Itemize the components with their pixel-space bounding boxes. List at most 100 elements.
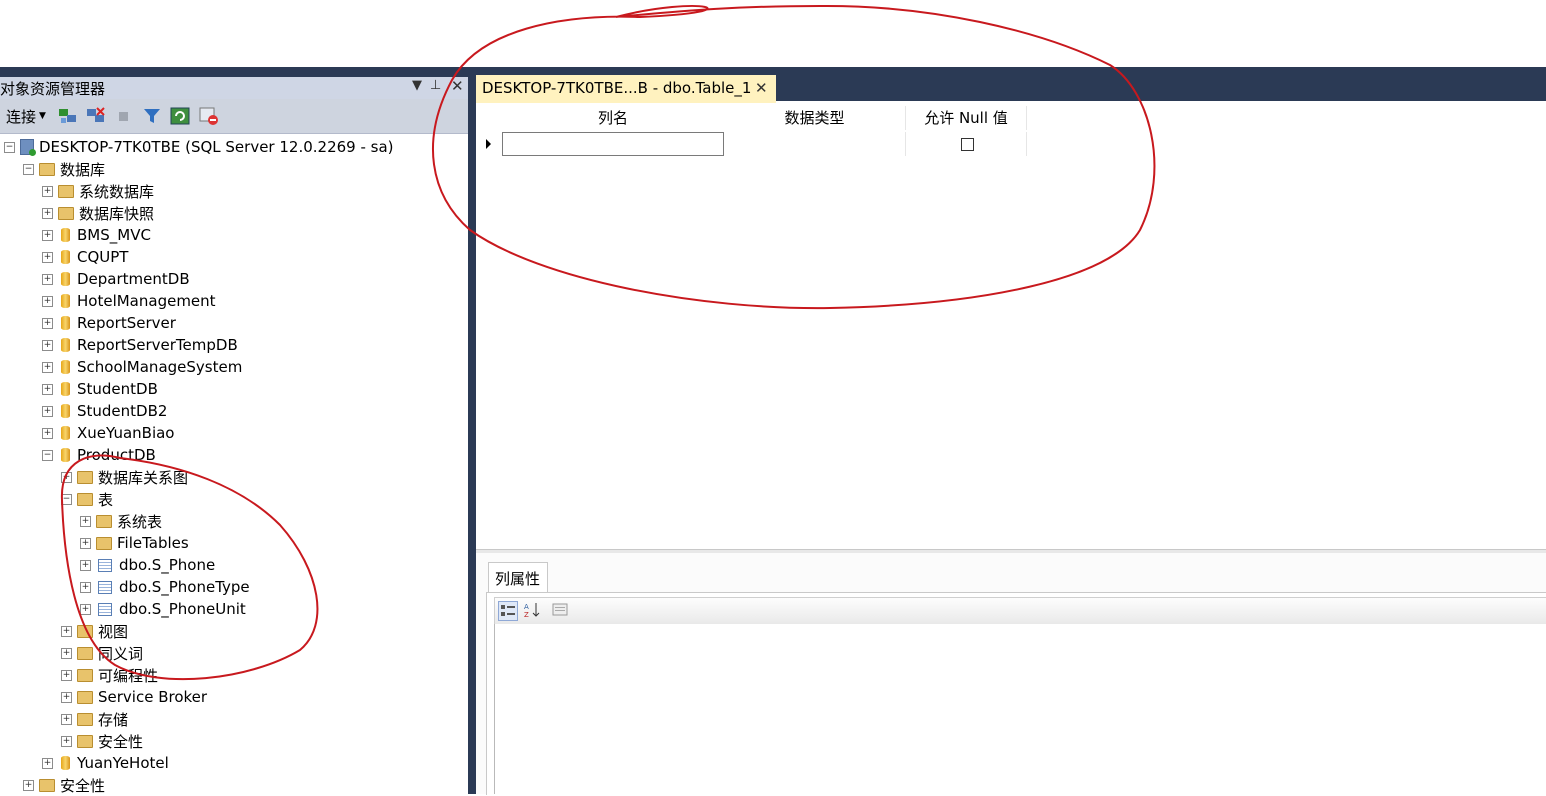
- collapse-toggle-icon[interactable]: −: [42, 449, 53, 461]
- tree-node-system-databases[interactable]: + 系统数据库: [42, 180, 154, 202]
- expand-toggle-icon[interactable]: +: [80, 559, 91, 571]
- row-selector[interactable]: [478, 132, 500, 156]
- tab-column-properties[interactable]: 列属性: [488, 562, 548, 593]
- column-name-cell[interactable]: [502, 132, 724, 156]
- tree-node-tables[interactable]: − 表: [61, 488, 113, 510]
- tree-node-table[interactable]: + dbo.S_Phone: [80, 554, 215, 576]
- expand-toggle-icon[interactable]: +: [42, 317, 53, 329]
- tree-label: dbo.S_PhoneUnit: [119, 600, 246, 618]
- database-icon: [61, 360, 70, 374]
- tree-node-database[interactable]: + HotelManagement: [42, 290, 216, 312]
- expand-toggle-icon[interactable]: +: [61, 669, 72, 681]
- tree-node-database[interactable]: + CQUPT: [42, 246, 128, 268]
- tree-node-server[interactable]: − DESKTOP-7TK0TBE (SQL Server 12.0.2269 …: [4, 136, 394, 158]
- expand-toggle-icon[interactable]: +: [61, 471, 72, 483]
- expand-toggle-icon[interactable]: +: [80, 515, 91, 527]
- expand-toggle-icon[interactable]: +: [42, 405, 53, 417]
- refresh-icon[interactable]: [170, 106, 190, 126]
- alphabetical-sort-icon[interactable]: AZ: [522, 601, 542, 621]
- column-header-allow-null[interactable]: 允许 Null 值: [906, 106, 1027, 130]
- tree-node-database-diagrams[interactable]: + 数据库关系图: [61, 466, 188, 488]
- tree-node-database[interactable]: + DepartmentDB: [42, 268, 190, 290]
- chevron-down-icon: ▼: [39, 111, 46, 121]
- allow-null-cell[interactable]: [906, 132, 1027, 156]
- database-icon: [61, 756, 70, 770]
- collapse-toggle-icon[interactable]: −: [61, 493, 72, 505]
- expand-toggle-icon[interactable]: +: [42, 361, 53, 373]
- tree-label: DepartmentDB: [77, 270, 190, 288]
- tree-node-synonyms[interactable]: + 同义词: [61, 642, 143, 664]
- expand-toggle-icon[interactable]: +: [61, 647, 72, 659]
- expand-toggle-icon[interactable]: +: [23, 779, 34, 791]
- expand-toggle-icon[interactable]: +: [42, 295, 53, 307]
- tree-node-storage[interactable]: + 存储: [61, 708, 128, 730]
- stop-icon[interactable]: [114, 106, 134, 126]
- tree-node-security[interactable]: + 安全性: [61, 730, 143, 752]
- categorized-icon[interactable]: [498, 601, 518, 621]
- expand-toggle-icon[interactable]: +: [61, 691, 72, 703]
- tree-label: dbo.S_PhoneType: [119, 578, 250, 596]
- collapse-toggle-icon[interactable]: −: [23, 163, 34, 175]
- dropdown-arrow-icon[interactable]: ▼: [412, 78, 422, 93]
- expand-toggle-icon[interactable]: +: [42, 229, 53, 241]
- tree-label: ReportServer: [77, 314, 176, 332]
- column-header-name[interactable]: 列名: [502, 106, 725, 130]
- expand-toggle-icon[interactable]: +: [42, 427, 53, 439]
- tree-node-databases[interactable]: − 数据库: [23, 158, 105, 180]
- tree-node-table[interactable]: + dbo.S_PhoneType: [80, 576, 250, 598]
- tree-node-system-tables[interactable]: + 系统表: [80, 510, 162, 532]
- document-tab-title: DESKTOP-7TK0TBE...B - dbo.Table_1: [482, 79, 752, 97]
- connect-object-explorer-icon[interactable]: [58, 106, 78, 126]
- tree-node-database[interactable]: + StudentDB: [42, 378, 158, 400]
- folder-icon: [39, 162, 55, 176]
- tree-node-server-security[interactable]: + 安全性: [23, 774, 105, 796]
- filter-icon[interactable]: [142, 106, 162, 126]
- disconnect-icon[interactable]: [86, 106, 106, 126]
- tree-label: StudentDB2: [77, 402, 168, 420]
- tree-node-database[interactable]: + StudentDB2: [42, 400, 167, 422]
- allow-null-checkbox[interactable]: [961, 138, 974, 151]
- expand-toggle-icon[interactable]: +: [42, 757, 53, 769]
- folder-icon: [96, 536, 112, 550]
- expand-toggle-icon[interactable]: +: [80, 603, 91, 615]
- collapse-toggle-icon[interactable]: −: [4, 141, 15, 153]
- tree-node-views[interactable]: + 视图: [61, 620, 128, 642]
- expand-toggle-icon[interactable]: +: [42, 207, 53, 219]
- tree-node-database-snapshots[interactable]: + 数据库快照: [42, 202, 154, 224]
- expand-toggle-icon[interactable]: +: [80, 581, 91, 593]
- vertical-splitter[interactable]: [468, 77, 476, 794]
- expand-toggle-icon[interactable]: +: [42, 339, 53, 351]
- data-type-cell[interactable]: [724, 132, 906, 156]
- tree-node-programmability[interactable]: + 可编程性: [61, 664, 158, 686]
- column-header-datatype[interactable]: 数据类型: [724, 106, 906, 130]
- expand-toggle-icon[interactable]: +: [61, 625, 72, 637]
- expand-toggle-icon[interactable]: +: [42, 273, 53, 285]
- tree-node-database[interactable]: + BMS_MVC: [42, 224, 151, 246]
- tree-node-productdb[interactable]: − ProductDB: [42, 444, 156, 466]
- activity-monitor-icon[interactable]: [198, 106, 218, 126]
- tree-node-database[interactable]: + XueYuanBiao: [42, 422, 175, 444]
- expand-toggle-icon[interactable]: +: [80, 537, 91, 549]
- folder-icon: [77, 690, 93, 704]
- tree-label: 系统数据库: [79, 182, 155, 201]
- close-icon[interactable]: ✕: [755, 79, 768, 97]
- tree-node-database[interactable]: + SchoolManageSystem: [42, 356, 242, 378]
- folder-icon: [77, 624, 93, 638]
- expand-toggle-icon[interactable]: +: [61, 713, 72, 725]
- tree-node-table[interactable]: + dbo.S_PhoneUnit: [80, 598, 246, 620]
- connect-button[interactable]: 连接 ▼: [6, 106, 46, 126]
- tree-node-database[interactable]: + ReportServerTempDB: [42, 334, 238, 356]
- expand-toggle-icon[interactable]: +: [61, 735, 72, 747]
- tree-node-filetables[interactable]: + FileTables: [80, 532, 189, 554]
- close-icon[interactable]: ✕: [451, 77, 464, 95]
- tree-node-database[interactable]: + YuanYeHotel: [42, 752, 169, 774]
- pin-icon[interactable]: ⊥: [430, 78, 441, 93]
- property-pages-icon[interactable]: [550, 601, 570, 621]
- folder-icon: [58, 206, 74, 220]
- tree-node-database[interactable]: + ReportServer: [42, 312, 176, 334]
- tree-label: SchoolManageSystem: [77, 358, 243, 376]
- expand-toggle-icon[interactable]: +: [42, 383, 53, 395]
- tree-node-service-broker[interactable]: + Service Broker: [61, 686, 207, 708]
- expand-toggle-icon[interactable]: +: [42, 185, 53, 197]
- expand-toggle-icon[interactable]: +: [42, 251, 53, 263]
